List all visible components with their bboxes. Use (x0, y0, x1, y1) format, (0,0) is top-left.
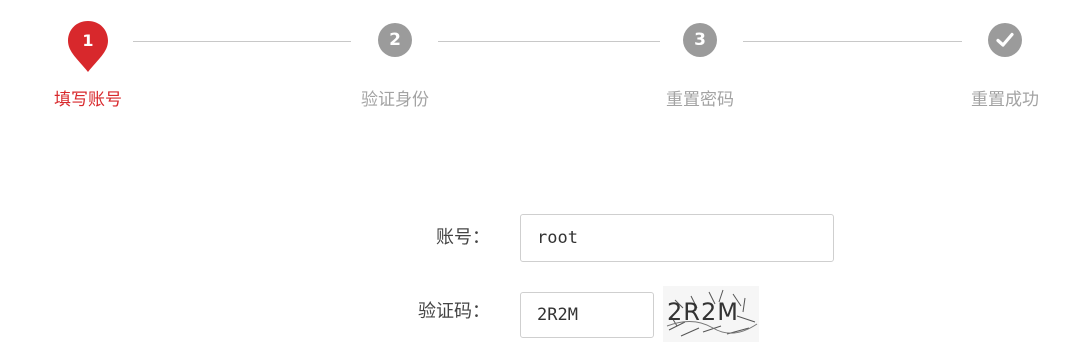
step-3-number: 3 (683, 23, 717, 57)
account-row: 账号： (0, 214, 1080, 262)
captcha-label: 验证码： (418, 301, 490, 322)
account-label: 账号： (436, 227, 490, 248)
password-reset-page: 1 填写账号 2 验证身份 3 重置密码 重置成功 账号： root 验证码： … (0, 0, 1080, 348)
captcha-text: 2R2M (667, 298, 739, 326)
step-3-label: 重置密码 (666, 90, 734, 110)
step-verify-identity: 2 验证身份 (325, 0, 465, 130)
step-1-label: 填写账号 (54, 90, 122, 110)
step-1-number: 1 (82, 31, 94, 50)
captcha-row: 验证码： 2R2M (0, 286, 1080, 342)
step-1-pin-marker: 1 (64, 19, 112, 75)
step-reset-password: 3 重置密码 (630, 0, 770, 130)
step-connector (438, 41, 660, 42)
captcha-image[interactable]: 2R2M (663, 286, 759, 342)
step-reset-success: 重置成功 (935, 0, 1075, 130)
step-connector (743, 41, 962, 42)
account-input[interactable] (520, 214, 834, 262)
step-fill-account: 1 填写账号 (18, 0, 158, 130)
step-2-label: 验证身份 (361, 90, 429, 110)
step-connector (133, 41, 351, 42)
step-4-marker (988, 23, 1022, 57)
progress-steps: 1 填写账号 2 验证身份 3 重置密码 重置成功 (0, 0, 1080, 130)
captcha-input[interactable] (520, 292, 654, 338)
check-icon (996, 32, 1014, 47)
step-2-number: 2 (378, 23, 412, 57)
step-4-label: 重置成功 (971, 90, 1039, 110)
